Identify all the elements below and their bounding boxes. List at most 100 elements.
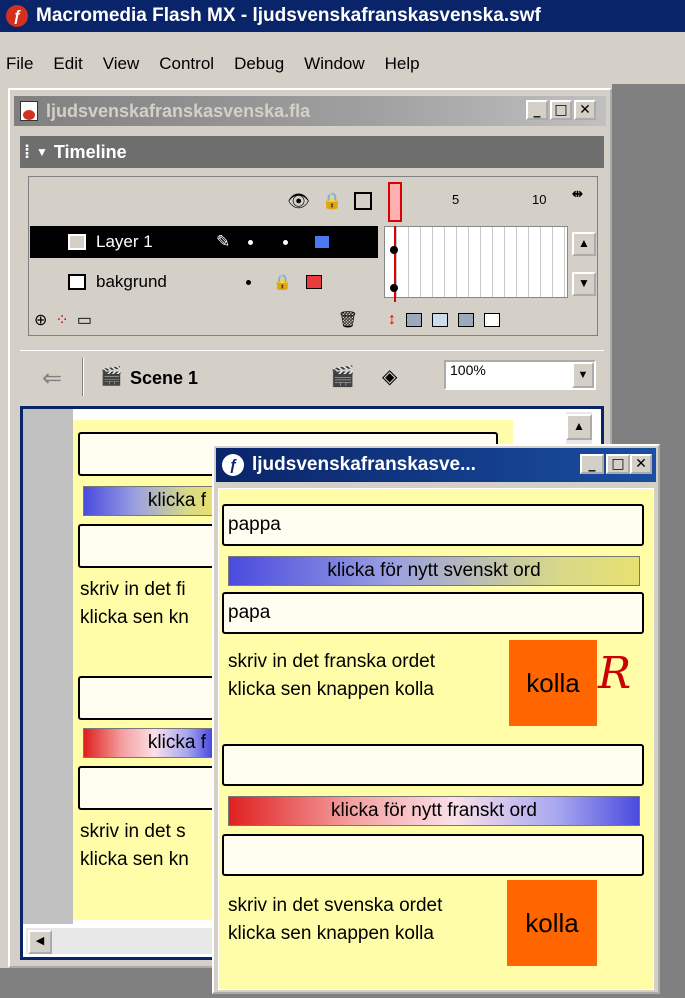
maximize-button[interactable]: □ (550, 100, 572, 120)
menu-file[interactable]: File (0, 54, 43, 74)
stage-scroll-up[interactable]: ▲ (566, 414, 592, 440)
timeline-options-button[interactable]: ⇹ (572, 186, 594, 210)
layer-header: 👁 🔒 (28, 178, 378, 224)
frame-tools: ↕ (388, 306, 568, 334)
menu-edit[interactable]: Edit (43, 54, 92, 74)
back-arrow-icon[interactable]: ⇐ (42, 364, 62, 393)
french-answer-field[interactable]: papa (222, 592, 644, 634)
frame-number-5: 5 (452, 192, 460, 207)
minimize-icon: _ (588, 456, 596, 472)
scene-label[interactable]: Scene 1 (130, 368, 198, 389)
layer-tools: ⊕ ⁘ ▭ 🗑 (34, 306, 374, 334)
frame-grid[interactable] (384, 226, 568, 298)
stage-field-3[interactable] (78, 676, 218, 720)
onion-skin-icon[interactable] (406, 313, 422, 327)
visible-dot[interactable] (248, 239, 254, 245)
kolla-button-french[interactable]: kolla (509, 640, 597, 726)
instruction-line: klicka sen kn (80, 607, 189, 628)
field-value: papa (228, 602, 271, 623)
player-title: ljudsvenskafranskasve... (252, 454, 476, 475)
menu-help[interactable]: Help (375, 54, 430, 74)
timeline-header[interactable]: ⁞ ▼ Timeline (20, 136, 604, 168)
stage-button-swedish[interactable]: klicka f (83, 486, 213, 516)
close-icon: ✕ (579, 102, 591, 118)
maximize-icon: □ (554, 102, 568, 118)
stage-field-2[interactable] (78, 524, 218, 568)
instruction-line: skriv in det s (80, 821, 186, 842)
swedish-word-field[interactable]: pappa (222, 504, 644, 546)
document-titlebar[interactable]: ljudsvenskafranskasvenska.fla (14, 96, 606, 126)
stage-hscrollbar[interactable] (26, 928, 226, 954)
button-label: kolla (525, 907, 579, 938)
maximize-button[interactable]: □ (606, 454, 630, 474)
app-title: Macromedia Flash MX - ljudsvenskafranska… (36, 5, 541, 26)
layer-row-layer1[interactable]: Layer 1 ✎ (30, 226, 378, 258)
field-value: pappa (228, 514, 281, 535)
minimize-button[interactable]: _ (580, 454, 604, 474)
frame-ruler: 1 5 10 (384, 178, 570, 224)
stage-instructions-french: skriv in det fi klicka sen kn (80, 576, 189, 632)
edit-symbols-icon[interactable]: ◈ (382, 364, 397, 389)
pencil-icon: ✎ (216, 232, 231, 251)
edit-multiple-icon[interactable] (458, 313, 474, 327)
menu-debug[interactable]: Debug (224, 54, 294, 74)
delete-layer-icon[interactable]: 🗑 (338, 310, 358, 330)
collapse-arrow-icon: ▼ (36, 145, 48, 159)
close-button[interactable]: ✕ (574, 100, 596, 120)
outline-icon[interactable] (354, 192, 372, 210)
player-window-controls: _ □ (580, 454, 630, 474)
close-icon: ✕ (635, 456, 647, 472)
playhead[interactable] (388, 182, 402, 222)
onion-outlines-icon[interactable] (432, 313, 448, 327)
keyframe-2 (390, 284, 398, 292)
swedish-answer-field[interactable] (222, 834, 644, 876)
menu-control[interactable]: Control (149, 54, 224, 74)
zoom-value: 100% (450, 362, 486, 378)
layer-color-swatch (314, 235, 331, 249)
zoom-select[interactable]: 100% ▼ (444, 360, 596, 390)
edit-scene-icon[interactable]: 🎬 (330, 364, 355, 389)
lock-icon[interactable]: 🔒 (322, 191, 342, 211)
button-label: klicka f (147, 490, 206, 511)
stage-instructions-swedish: skriv in det s klicka sen kn (80, 818, 189, 874)
fla-file-icon (20, 101, 38, 121)
french-word-field[interactable] (222, 744, 644, 786)
layer-name: bakgrund (96, 272, 167, 291)
app-titlebar[interactable]: ƒ Macromedia Flash MX - ljudsvenskafrans… (0, 0, 685, 32)
layer-row-bakgrund[interactable]: bakgrund 🔒 (30, 266, 378, 298)
instruction-line: klicka sen knappen kolla (228, 923, 434, 944)
dropdown-arrow-icon[interactable]: ▼ (572, 362, 594, 388)
frame-number-10: 10 (532, 192, 547, 207)
french-instructions: skriv in det franska ordet klicka sen kn… (228, 648, 435, 704)
timeline-scroll-up[interactable]: ▲ (572, 232, 596, 256)
modify-markers-icon[interactable] (484, 313, 500, 327)
insert-folder-icon[interactable]: ▭ (77, 310, 92, 330)
menu-view[interactable]: View (93, 54, 150, 74)
swedish-instructions: skriv in det svenska ordet klicka sen kn… (228, 892, 442, 948)
visible-dot[interactable] (246, 279, 251, 285)
new-french-word-button[interactable]: klicka för nytt franskt ord (228, 796, 640, 826)
center-frame-icon[interactable]: ↕ (388, 311, 396, 329)
timeline-scroll-down[interactable]: ▼ (572, 272, 596, 296)
lock-dot[interactable] (283, 239, 289, 245)
minimize-button[interactable]: _ (526, 100, 548, 120)
add-guide-icon[interactable]: ⁘ (55, 310, 68, 330)
lock-icon[interactable]: 🔒 (273, 273, 292, 291)
document-window-controls: _ □ ✕ (526, 100, 596, 120)
button-label: klicka för nytt svenskt ord (327, 560, 541, 581)
stage-button-french[interactable]: klicka f (83, 728, 213, 758)
stage-scroll-left[interactable]: ◀ (28, 930, 52, 954)
new-swedish-word-button[interactable]: klicka för nytt svenskt ord (228, 556, 640, 586)
kolla-button-swedish[interactable]: kolla (507, 880, 597, 966)
layer-name: Layer 1 (96, 232, 153, 251)
eye-icon[interactable]: 👁 (287, 191, 310, 212)
flash-app-icon: ƒ (6, 5, 28, 27)
close-button[interactable]: ✕ (630, 454, 652, 474)
insert-layer-icon[interactable]: ⊕ (34, 310, 47, 330)
menu-bar: File Edit View Control Debug Window Help (0, 50, 685, 78)
gripper-icon: ⁞ (24, 141, 30, 162)
menu-window[interactable]: Window (294, 54, 374, 74)
timeline-label: Timeline (53, 141, 127, 162)
instruction-line: klicka sen knappen kolla (228, 679, 434, 700)
stage-field-4[interactable] (78, 766, 218, 810)
